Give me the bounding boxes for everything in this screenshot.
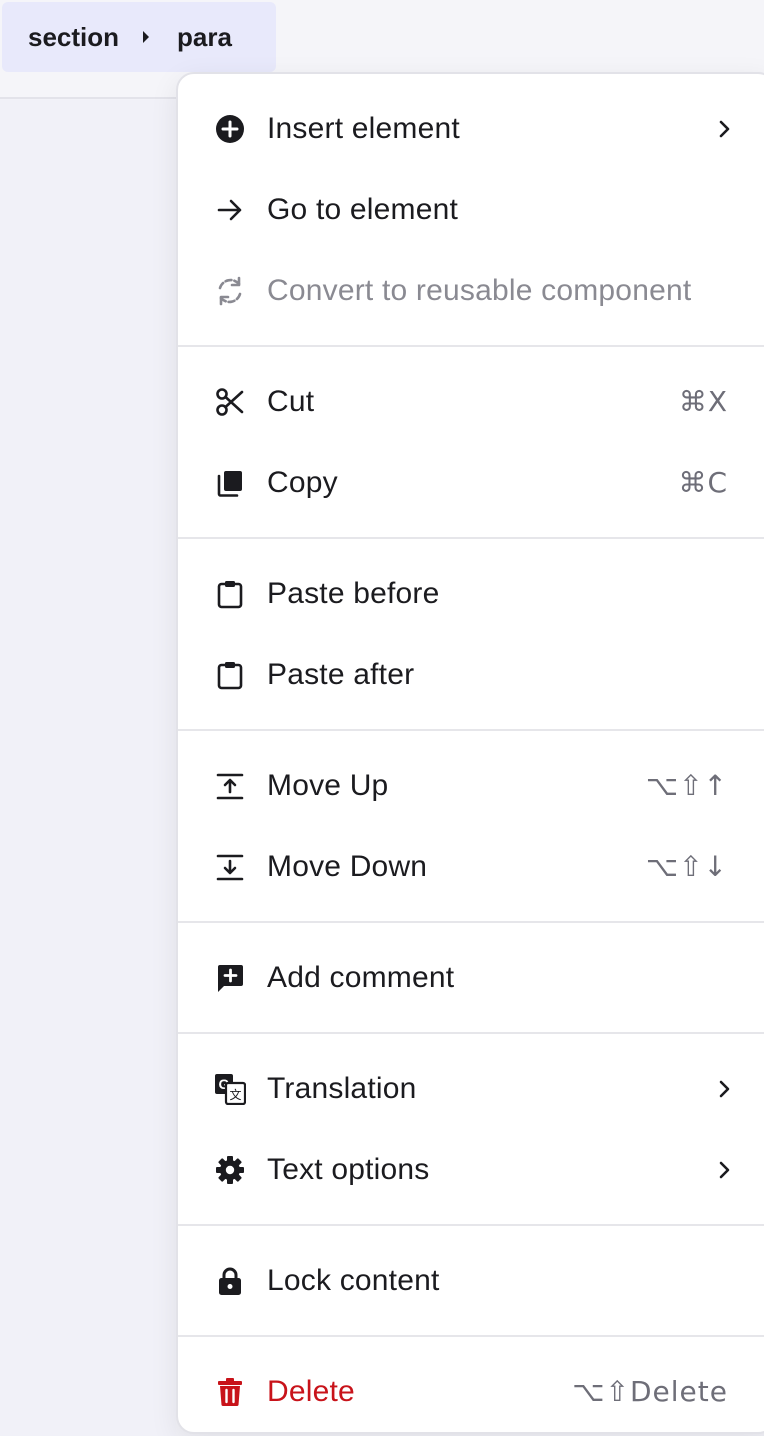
menu-item-label: Translation	[267, 1071, 417, 1105]
menu-group-paste: Paste before Paste after	[178, 539, 764, 731]
menu-item-copy[interactable]: Copy ⌘C	[178, 442, 764, 523]
scissors-icon	[214, 386, 246, 418]
menu-item-label: Convert to reusable component	[267, 273, 692, 307]
menu-item-label: Move Down	[267, 849, 428, 883]
shortcut-label: ⌥⇧Delete	[572, 1375, 728, 1408]
menu-item-cut[interactable]: Cut ⌘X	[178, 361, 764, 442]
menu-item-label: Cut	[267, 384, 315, 418]
left-pane	[0, 100, 176, 1436]
menu-group-comment: Add comment	[178, 923, 764, 1034]
menu-item-label: Text options	[267, 1152, 430, 1186]
menu-item-label: Add comment	[267, 960, 455, 994]
menu-item-go-to-element[interactable]: Go to element	[178, 169, 764, 250]
menu-item-translation[interactable]: G文 Translation	[178, 1048, 764, 1129]
lock-icon	[214, 1265, 246, 1297]
svg-text:文: 文	[229, 1087, 241, 1102]
menu-item-add-comment[interactable]: Add comment	[178, 937, 764, 1018]
menu-group-element: Insert element Go to element Convert to …	[178, 74, 764, 347]
move-up-icon	[214, 770, 246, 802]
menu-group-clipboard: Cut ⌘X Copy ⌘C	[178, 347, 764, 539]
menu-item-move-down[interactable]: Move Down ⌥⇧↓	[178, 826, 764, 907]
shortcut-label: ⌥⇧↑	[645, 769, 728, 802]
trash-icon	[214, 1376, 246, 1408]
menu-item-label: Lock content	[267, 1263, 440, 1297]
caret-right-icon	[141, 30, 151, 44]
gear-icon	[214, 1154, 246, 1186]
plus-circle-icon	[214, 113, 246, 145]
translate-icon: G文	[214, 1073, 246, 1105]
shortcut-label: ⌘X	[678, 385, 728, 418]
chevron-right-icon	[712, 113, 732, 145]
clipboard-icon	[214, 578, 246, 610]
menu-item-paste-before[interactable]: Paste before	[178, 553, 764, 634]
menu-item-convert-reusable[interactable]: Convert to reusable component	[178, 250, 764, 331]
menu-item-text-options[interactable]: Text options	[178, 1129, 764, 1210]
move-down-icon	[214, 851, 246, 883]
clipboard-icon	[214, 659, 246, 691]
arrow-right-icon	[214, 194, 246, 226]
menu-group-options: G文 Translation Text options	[178, 1034, 764, 1226]
menu-item-label: Paste before	[267, 576, 440, 610]
menu-item-delete[interactable]: Delete ⌥⇧Delete	[178, 1351, 764, 1432]
menu-group-move: Move Up ⌥⇧↑ Move Down ⌥⇧↓	[178, 731, 764, 923]
menu-item-label: Paste after	[267, 657, 415, 691]
menu-item-move-up[interactable]: Move Up ⌥⇧↑	[178, 745, 764, 826]
chevron-right-icon	[712, 1154, 732, 1186]
breadcrumb: section para	[2, 2, 276, 72]
shortcut-label: ⌘C	[678, 466, 728, 499]
sync-icon	[214, 275, 246, 307]
menu-group-delete: Delete ⌥⇧Delete	[178, 1337, 764, 1436]
breadcrumb-item-section[interactable]: section	[28, 22, 119, 53]
copy-icon	[214, 467, 246, 499]
context-menu: Insert element Go to element Convert to …	[176, 72, 764, 1434]
menu-item-label: Delete	[267, 1374, 355, 1408]
menu-item-label: Move Up	[267, 768, 389, 802]
menu-item-label: Copy	[267, 465, 338, 499]
menu-item-insert-element[interactable]: Insert element	[178, 88, 764, 169]
shortcut-label: ⌥⇧↓	[645, 850, 728, 883]
comment-add-icon	[214, 962, 246, 994]
menu-item-label: Go to element	[267, 192, 459, 226]
menu-item-paste-after[interactable]: Paste after	[178, 634, 764, 715]
chevron-right-icon	[712, 1073, 732, 1105]
breadcrumb-item-para[interactable]: para	[177, 22, 232, 53]
menu-group-lock: Lock content	[178, 1226, 764, 1337]
menu-item-lock-content[interactable]: Lock content	[178, 1240, 764, 1321]
menu-item-label: Insert element	[267, 111, 460, 145]
